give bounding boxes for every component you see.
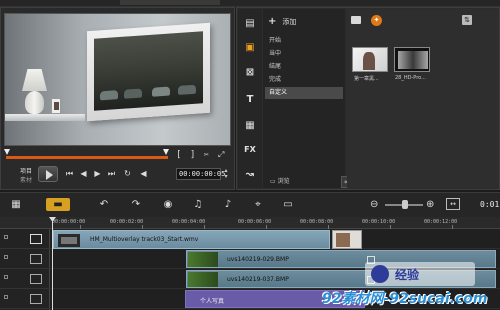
timecode-display[interactable]: 00:00:00:05 <box>176 168 225 180</box>
project-duration: 0:01 <box>480 200 500 209</box>
mark-in-button[interactable]: [ <box>176 150 181 160</box>
media-icon[interactable]: ▤ <box>242 17 258 31</box>
storyboard-view-icon[interactable]: ▦ <box>8 198 24 212</box>
baidu-paw-icon <box>371 265 389 283</box>
clip-thumbnail <box>188 272 218 287</box>
track-toggle-icon[interactable] <box>4 275 8 279</box>
timecode-spinner[interactable]: ▴ ▾ <box>222 168 230 180</box>
video-clip-2[interactable] <box>332 230 362 249</box>
add-folder-button[interactable]: + 添加 <box>268 16 296 27</box>
play-button[interactable] <box>38 166 58 182</box>
thumbnail-area: 第一章黑... 28_HD-Pro... <box>347 9 499 188</box>
track-toggle-icon[interactable] <box>4 235 8 239</box>
folder-custom[interactable]: 自定义 <box>265 87 343 99</box>
transition-icon[interactable]: ⊠ <box>242 66 258 80</box>
graphic-icon[interactable]: ▦ <box>242 119 258 133</box>
video-track[interactable]: HM_Multioverlay track03_Start.wmv <box>50 229 500 249</box>
filter-icon[interactable]: FX <box>242 143 258 157</box>
timeline-ruler[interactable]: 00:00:00:00 00:00:02:00 00:00:04:00 00:0… <box>0 217 500 229</box>
baidu-watermark: 经验 <box>365 262 475 286</box>
scrubber-start-marker[interactable] <box>4 149 10 155</box>
zoom-in-icon[interactable]: ⊕ <box>426 199 434 210</box>
enlarge-icon[interactable]: ⤢ <box>218 150 224 160</box>
folder-icon[interactable] <box>351 16 361 24</box>
folder-end[interactable]: 结尾 <box>265 61 343 73</box>
zoom-out-icon[interactable]: ⊖ <box>370 199 378 210</box>
thumbnail-1[interactable] <box>352 47 388 72</box>
overlay-clip-2-name: uvs140219-037.BMP <box>227 276 289 283</box>
mark-out-button[interactable]: ] <box>190 150 195 160</box>
undo-icon[interactable]: ↶ <box>96 198 112 212</box>
redo-icon[interactable]: ↷ <box>128 198 144 212</box>
browse-button[interactable]: ▭ 浏览 <box>270 176 290 185</box>
folder-complete[interactable]: 完成 <box>265 74 343 86</box>
ruler-label: 00:00:02:00 <box>110 219 144 225</box>
timeline-playhead[interactable] <box>52 217 53 310</box>
subtitle-editor-icon[interactable]: ▭ <box>280 198 296 212</box>
zoom-slider-knob[interactable] <box>402 200 408 209</box>
title-track-icon <box>30 294 42 304</box>
preview-window <box>4 13 231 146</box>
scrubber-progress <box>6 156 168 159</box>
split-icon[interactable]: ✂ <box>204 150 209 159</box>
mode-project[interactable]: 项目 <box>20 166 32 175</box>
title-icon[interactable]: T <box>242 93 258 107</box>
browse-icon: ▭ <box>270 178 278 185</box>
record-capture-icon[interactable]: ◉ <box>160 198 176 212</box>
auto-music-icon[interactable]: ♪ <box>220 198 236 212</box>
mode-clip[interactable]: 素材 <box>20 175 32 184</box>
overlay-track-icon <box>30 274 42 284</box>
lamp-image <box>22 69 47 91</box>
baidu-watermark-text: 经验 <box>395 268 420 282</box>
photo-frame-small <box>51 98 61 114</box>
overlay-clip-1-name: uvs140219-029.BMP <box>227 256 289 263</box>
site-watermark: 92素材网-92sucai.com <box>322 291 488 307</box>
photo-frame <box>87 22 210 122</box>
timeline-view-icon[interactable]: ▬ <box>46 198 70 211</box>
home-button[interactable]: ⏮ <box>64 168 75 179</box>
overlay-track-1-header[interactable] <box>0 249 50 269</box>
title-clip-name: 个人写真 <box>200 298 225 305</box>
timeline-toolbar: ▦ ▬ ↶ ↷ ◉ ♫ ♪ ⌖ ▭ ⊖ ⊕ ↔ 0:01 <box>0 192 500 217</box>
video-track-icon <box>30 234 42 244</box>
track-toggle-icon[interactable] <box>4 295 8 299</box>
volume-icon[interactable]: ◀ <box>138 168 149 179</box>
track-toggle-icon[interactable] <box>4 255 8 259</box>
track-headers <box>0 229 50 310</box>
import-icon[interactable]: ✦ <box>371 15 382 26</box>
scrubber[interactable]: [ ] ✂ ⤢ <box>4 147 231 161</box>
repeat-icon[interactable]: ↻ <box>122 168 133 179</box>
instant-project-icon[interactable]: ▣ <box>242 41 258 55</box>
library-tab-column: ▤ ▣ ⊠ T ▦ FX ↝ <box>238 9 262 188</box>
sort-icon[interactable]: ⇅ <box>462 15 472 25</box>
path-icon[interactable]: ↝ <box>242 168 258 182</box>
top-strip <box>0 0 500 7</box>
video-clip[interactable]: HM_Multioverlay track03_Start.wmv <box>53 230 330 249</box>
thumbnail-1-label: 第一章黑... <box>354 76 379 82</box>
ruler-label: 00:00:04:00 <box>172 219 206 225</box>
title-track-header[interactable] <box>0 289 50 309</box>
folder-start[interactable]: 开始 <box>265 35 343 47</box>
end-button[interactable]: ⏭ <box>106 168 117 179</box>
overlay-track-2-header[interactable] <box>0 269 50 289</box>
thumbnail-2-label: 28_HD-Pro... <box>395 75 426 81</box>
overlay-track-icon <box>30 254 42 264</box>
thumbnail-2[interactable] <box>394 47 430 72</box>
scrubber-playhead[interactable] <box>163 149 169 155</box>
folder-list: 开始 当中 结尾 完成 自定义 <box>263 9 345 188</box>
next-frame-button[interactable]: ▶ <box>92 168 103 179</box>
motion-tracking-icon[interactable]: ⌖ <box>250 198 266 212</box>
folder-middle[interactable]: 当中 <box>265 48 343 60</box>
fit-project-icon[interactable]: ↔ <box>446 198 460 210</box>
plus-icon: + <box>268 16 277 27</box>
clip-thumbnail <box>336 233 350 247</box>
clip-thumbnail <box>58 234 80 247</box>
video-track-header[interactable] <box>0 229 50 249</box>
prev-frame-button[interactable]: ◀ <box>78 168 89 179</box>
video-clip-name: HM_Multioverlay track03_Start.wmv <box>90 236 199 243</box>
sound-mixer-icon[interactable]: ♫ <box>190 198 206 212</box>
clip-thumbnail <box>188 252 218 267</box>
